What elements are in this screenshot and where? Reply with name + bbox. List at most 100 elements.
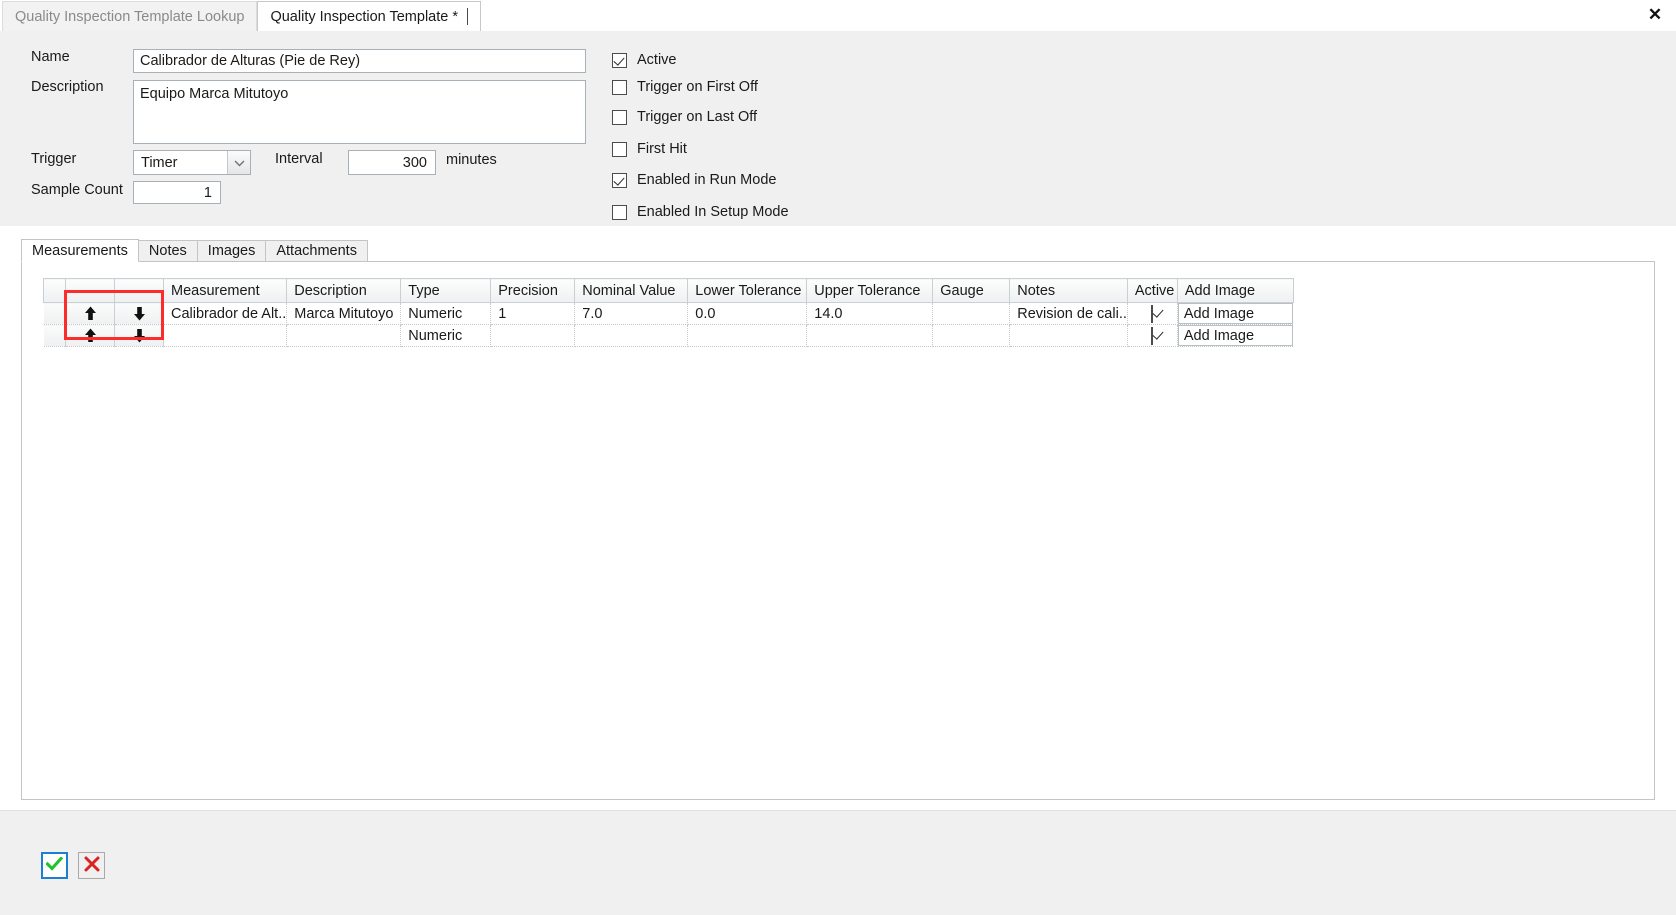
checkbox-active-label: Active: [637, 52, 677, 68]
cell-precision[interactable]: 1: [490, 302, 576, 325]
grid-header-description[interactable]: Description: [286, 278, 402, 303]
cell-nominal-value[interactable]: 7.0: [574, 302, 689, 325]
cell-active[interactable]: [1127, 324, 1178, 347]
checkbox-active-box[interactable]: [612, 52, 627, 68]
checkbox-trigger-on-first-off-label: Trigger on First Off: [637, 79, 758, 95]
cell-upper-tolerance[interactable]: [806, 324, 934, 347]
tab-attachments-label: Attachments: [276, 243, 357, 259]
tab-notes-label: Notes: [148, 243, 187, 259]
chevron-down-icon[interactable]: [227, 151, 250, 174]
tab-measurements[interactable]: Measurements: [21, 239, 139, 262]
confirm-button[interactable]: [41, 852, 68, 879]
checkbox-trigger-on-last-off[interactable]: Trigger on Last Off: [612, 109, 757, 125]
cell-type[interactable]: Numeric: [400, 302, 492, 325]
add-image-button[interactable]: Add Image: [1177, 325, 1294, 346]
sample-count-input[interactable]: [133, 181, 221, 204]
tab-images-label: Images: [207, 243, 256, 259]
cell-measurement[interactable]: Calibrador de Alt..: [163, 302, 288, 325]
checkbox-trigger-on-first-off-box[interactable]: [612, 79, 627, 95]
grid-header-add-image[interactable]: Add Image: [1177, 278, 1294, 303]
tab-attachments[interactable]: Attachments: [265, 240, 368, 262]
detail-tab-headers: Measurements Notes Images Attachments: [21, 239, 368, 262]
grid-header-lower-tolerance[interactable]: Lower Tolerance: [687, 278, 808, 303]
cell-measurement[interactable]: [163, 324, 288, 347]
grid-header-notes[interactable]: Notes: [1009, 278, 1128, 303]
description-textarea[interactable]: [133, 80, 586, 144]
row-selector[interactable]: [43, 324, 66, 347]
grid-header-nominal-value[interactable]: Nominal Value: [574, 278, 689, 303]
measurements-panel: Measurement Description Type Precision N…: [21, 261, 1655, 800]
grid-header-move-up: [65, 278, 115, 303]
arrow-up-icon[interactable]: [65, 302, 115, 325]
checkbox-enabled-in-run-mode[interactable]: Enabled in Run Mode: [612, 172, 776, 188]
tab-notes[interactable]: Notes: [137, 240, 198, 262]
grid-header-active[interactable]: Active: [1127, 278, 1178, 303]
table-row[interactable]: Calibrador de Alt.. Marca Mitutoyo Numer…: [43, 302, 1294, 325]
cell-notes[interactable]: [1009, 324, 1128, 347]
text-caret: [467, 8, 468, 25]
trigger-label: Trigger: [31, 151, 77, 167]
cell-gauge[interactable]: [932, 302, 1011, 325]
grid-header-row: Measurement Description Type Precision N…: [43, 278, 1294, 303]
checkbox-enabled-in-setup-mode-label: Enabled In Setup Mode: [637, 204, 789, 220]
name-label: Name: [31, 49, 70, 65]
table-row[interactable]: Numeric Add Image: [43, 324, 1294, 347]
name-input[interactable]: [133, 49, 586, 73]
cell-lower-tolerance[interactable]: [687, 324, 808, 347]
interval-label: Interval: [275, 151, 323, 167]
grid-header-gauge[interactable]: Gauge: [932, 278, 1011, 303]
document-tab-lookup[interactable]: Quality Inspection Template Lookup: [2, 1, 258, 31]
description-label: Description: [31, 79, 104, 95]
arrow-down-icon[interactable]: [114, 324, 164, 347]
document-tab-template-label: Quality Inspection Template *: [270, 8, 458, 25]
check-icon: [45, 855, 64, 875]
checkbox-enabled-in-setup-mode-box[interactable]: [612, 204, 627, 220]
cell-active[interactable]: [1127, 302, 1178, 325]
cell-active-checkbox[interactable]: [1151, 304, 1154, 323]
cell-type[interactable]: Numeric: [400, 324, 492, 347]
cell-notes[interactable]: Revision de cali..: [1009, 302, 1128, 325]
cell-description[interactable]: [286, 324, 402, 347]
grid-header-rowselector: [43, 278, 66, 303]
grid-header-measurement[interactable]: Measurement: [163, 278, 288, 303]
checkbox-active[interactable]: Active: [612, 52, 677, 68]
checkbox-first-hit-box[interactable]: [612, 141, 627, 157]
row-selector[interactable]: [43, 302, 66, 325]
grid-header-precision[interactable]: Precision: [490, 278, 576, 303]
checkbox-first-hit[interactable]: First Hit: [612, 141, 687, 157]
cancel-button[interactable]: [78, 852, 105, 879]
document-tab-lookup-label: Quality Inspection Template Lookup: [15, 8, 245, 25]
cell-add-image[interactable]: Add Image: [1177, 302, 1294, 325]
arrow-up-icon[interactable]: [65, 324, 115, 347]
interval-input[interactable]: [348, 150, 436, 175]
template-form: Name Description Trigger Timer Interval …: [0, 31, 1676, 226]
cell-precision[interactable]: [490, 324, 576, 347]
cell-add-image[interactable]: Add Image: [1177, 324, 1294, 347]
cell-upper-tolerance[interactable]: 14.0: [806, 302, 934, 325]
close-icon[interactable]: ✕: [1644, 4, 1666, 26]
cell-description[interactable]: Marca Mitutoyo: [286, 302, 402, 325]
checkbox-trigger-on-first-off[interactable]: Trigger on First Off: [612, 79, 758, 95]
interval-units-label: minutes: [446, 152, 497, 168]
checkbox-enabled-in-setup-mode[interactable]: Enabled In Setup Mode: [612, 204, 789, 220]
grid-header-upper-tolerance[interactable]: Upper Tolerance: [806, 278, 934, 303]
cell-active-checkbox[interactable]: [1151, 326, 1154, 345]
footer-toolbar: [0, 810, 1676, 915]
cell-nominal-value[interactable]: [574, 324, 689, 347]
cell-gauge[interactable]: [932, 324, 1011, 347]
arrow-down-icon[interactable]: [114, 302, 164, 325]
checkbox-trigger-on-last-off-label: Trigger on Last Off: [637, 109, 758, 125]
tab-images[interactable]: Images: [196, 240, 267, 262]
checkbox-trigger-on-last-off-box[interactable]: [612, 109, 627, 125]
trigger-select[interactable]: Timer: [133, 150, 251, 175]
document-tab-template[interactable]: Quality Inspection Template *: [257, 1, 481, 31]
checkbox-first-hit-label: First Hit: [637, 141, 687, 157]
add-image-button[interactable]: Add Image: [1177, 303, 1294, 324]
cell-lower-tolerance[interactable]: 0.0: [687, 302, 808, 325]
cross-icon: [84, 856, 100, 876]
trigger-select-value: Timer: [141, 154, 178, 171]
sample-count-label: Sample Count: [31, 182, 123, 198]
checkbox-enabled-in-run-mode-box[interactable]: [612, 172, 627, 188]
grid-header-type[interactable]: Type: [400, 278, 492, 303]
measurements-grid: Measurement Description Type Precision N…: [43, 278, 1294, 347]
